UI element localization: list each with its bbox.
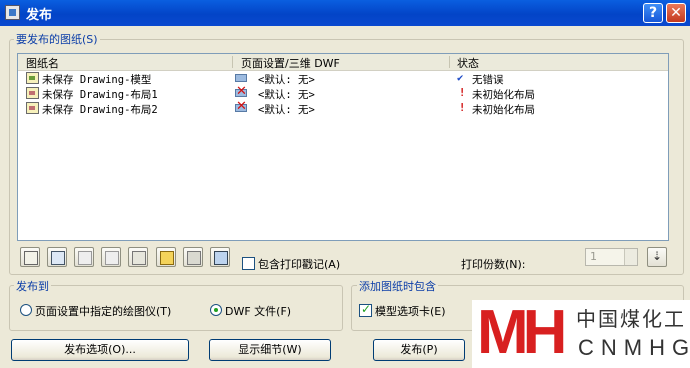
page-setup[interactable]: <默认: 无> [258, 72, 315, 87]
check-icon: ✓ [361, 302, 372, 316]
show-details-button[interactable]: 显示细节(W) [209, 339, 331, 361]
sheet-status: 未初始化布局 [472, 104, 535, 116]
sheet-name: 未保存 Drawing-布局1 [42, 89, 158, 101]
move-up-button[interactable] [101, 247, 121, 267]
help-button[interactable]: ? [643, 3, 663, 23]
plotter-option-label[interactable]: 页面设置中指定的绘图仪(T) [35, 303, 171, 319]
watermark-english-text: CNMHG [578, 335, 690, 360]
page-setup-missing-icon [234, 99, 249, 114]
model-sheet-icon [26, 72, 39, 84]
save-list-icon [187, 251, 201, 265]
column-sheet-name[interactable]: 图纸名 [26, 55, 59, 71]
publish-button[interactable]: 发布(P) [373, 339, 465, 361]
sheet-status: 无错误 [472, 74, 504, 86]
page-setup-missing-icon [234, 84, 249, 99]
load-list-button[interactable] [156, 247, 176, 267]
load-list-icon [160, 251, 174, 265]
move-down-button[interactable] [128, 247, 148, 267]
sheet-name: 未保存 Drawing-布局2 [42, 104, 158, 116]
publish-options-button[interactable]: 发布选项(O)... [11, 339, 189, 361]
spinner-arrows-icon[interactable] [624, 249, 637, 265]
include-plot-stamp-label[interactable]: 包含打印戳记(A) [258, 256, 340, 272]
preview-button[interactable] [20, 247, 40, 267]
column-status[interactable]: 状态 [457, 55, 479, 71]
page-setup-icon [234, 72, 249, 84]
watermark-logo: MH 中国煤化工 CNMHG [472, 300, 690, 368]
sheets-group-label: 要发布的图纸(S) [14, 31, 100, 47]
status-ok-icon: ✔ [457, 72, 464, 84]
preview-icon [24, 251, 38, 265]
status-warning-icon: ! [459, 102, 466, 114]
sheet-status: 未初始化布局 [472, 89, 535, 101]
dwf-file-radio[interactable] [210, 304, 222, 316]
watermark-chinese-text: 中国煤化工 [576, 307, 686, 331]
column-page-setup[interactable]: 页面设置/三维 DWF [241, 55, 340, 71]
remove-sheets-icon [78, 251, 92, 265]
sheet-row[interactable]: 未保存 Drawing-布局1 <默认: 无> ! 未初始化布局 [18, 84, 668, 102]
move-down-icon [132, 251, 146, 265]
model-tab-label[interactable]: 模型选项卡(E) [375, 303, 446, 319]
dwf-option-label[interactable]: DWF 文件(F) [225, 303, 291, 319]
layout-sheet-icon [26, 102, 39, 114]
model-tab-checkbox[interactable]: ✓ [359, 302, 372, 317]
layout-sheet-icon [26, 87, 39, 99]
page-setup[interactable]: <默认: 无> [258, 87, 315, 102]
copies-spinner[interactable]: 1 [585, 248, 638, 266]
sheet-list[interactable]: 图纸名 页面设置/三维 DWF 状态 未保存 Drawing-模型 <默认: 无… [17, 53, 669, 241]
sheet-list-header: 图纸名 页面设置/三维 DWF 状态 [18, 54, 668, 71]
move-up-icon [105, 251, 119, 265]
app-icon [5, 5, 20, 20]
sheet-row[interactable]: 未保存 Drawing-布局2 <默认: 无> ! 未初始化布局 [18, 99, 668, 117]
title-bar: 发布 ? ✕ [0, 0, 690, 26]
save-list-button[interactable] [183, 247, 203, 267]
plot-stamp-settings-icon [214, 251, 228, 265]
watermark-logo-mark: MH [477, 298, 567, 367]
include-plot-stamp-checkbox[interactable] [242, 257, 255, 270]
plot-stamp-settings-button[interactable] [210, 247, 230, 267]
status-warning-icon: ! [459, 87, 466, 99]
sheet-name: 未保存 Drawing-模型 [42, 74, 152, 86]
add-sheets-button[interactable] [47, 247, 67, 267]
include-when-adding-label: 添加图纸时包含 [357, 278, 438, 294]
copies-value: 1 [590, 250, 597, 263]
remove-sheets-button[interactable] [74, 247, 94, 267]
close-button[interactable]: ✕ [666, 3, 686, 23]
add-sheets-icon [51, 251, 65, 265]
page-setup[interactable]: <默认: 无> [258, 102, 315, 117]
window-title: 发布 [26, 8, 53, 23]
plotter-radio[interactable] [20, 304, 32, 316]
copies-label: 打印份数(N): [461, 258, 526, 271]
publish-to-label: 发布到 [14, 278, 51, 294]
sheet-row[interactable]: 未保存 Drawing-模型 <默认: 无> ✔ 无错误 [18, 71, 668, 86]
sort-button[interactable]: ⇣ [647, 247, 667, 267]
